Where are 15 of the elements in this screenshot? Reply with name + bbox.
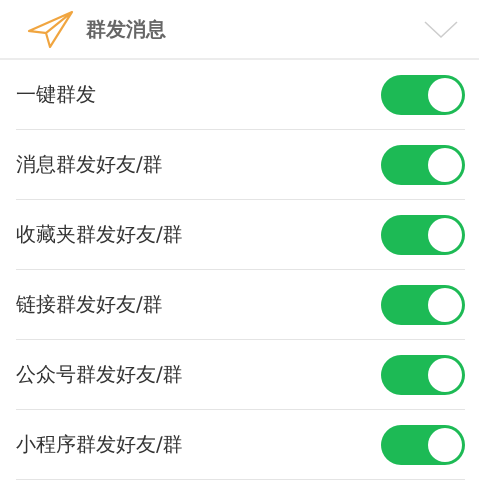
- setting-label: 消息群发好友/群: [16, 151, 163, 178]
- toggle-switch[interactable]: [381, 214, 465, 254]
- toggle-switch[interactable]: [381, 74, 465, 114]
- toggle-switch[interactable]: [381, 144, 465, 184]
- setting-label: 链接群发好友/群: [16, 291, 163, 318]
- chevron-icon[interactable]: [423, 19, 459, 39]
- section-title: 群发消息: [86, 16, 167, 42]
- paper-plane-icon: [26, 9, 74, 49]
- setting-label: 小程序群发好友/群: [16, 431, 183, 458]
- toggle-switch[interactable]: [381, 284, 465, 324]
- toggle-switch[interactable]: [381, 424, 465, 464]
- toggle-switch[interactable]: [381, 354, 465, 394]
- setting-label: 一键群发: [16, 81, 96, 108]
- setting-label: 收藏夹群发好友/群: [16, 221, 183, 248]
- setting-label: 公众号群发好友/群: [16, 361, 183, 388]
